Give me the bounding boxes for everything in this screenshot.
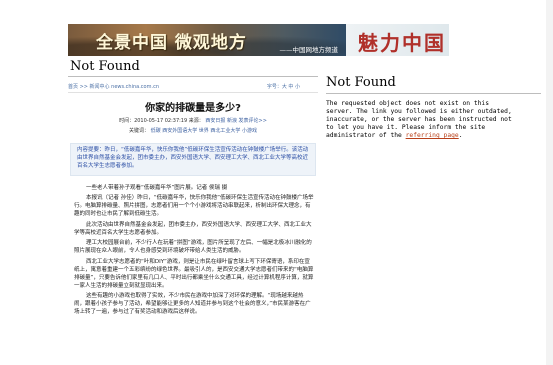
banner-image: 全景中国 微观地方 ——中国网地方频道 — [68, 24, 346, 56]
article-summary: 内容提要：昨日，“低碳嘉年华，快乐你我他”低碳环保生活宣传活动在钟鼓楼广场举行。… — [70, 143, 316, 176]
site-logo[interactable]: 魅力中国 — [358, 27, 446, 56]
paragraph: 本报讯（记者 孙佳）昨日，“低碳嘉年华，快乐你我他”低碳环保生活宣传活动在钟鼓楼… — [74, 195, 314, 218]
article-body: 一些老人带着孙子观看“低碳嘉年华”图片展。记者 侯瑞 摄 本报讯（记者 孙佳）昨… — [74, 184, 314, 319]
paragraph: 这些有趣的小游戏也取得了实效，不少市民在游戏中加深了对环保的理解。“现场越来越热… — [74, 293, 311, 316]
article-panel: 首页 >> 新闻中心 news.china.com.cn 字号：大 中 小 你家… — [68, 80, 318, 365]
banner-subtitle: ——中国网地方频道 — [279, 46, 339, 54]
banner-title: 全景中国 微观地方 — [96, 33, 247, 53]
keywords-label: 关键词： — [129, 128, 150, 134]
paragraph: 理工大校园展台前，不少行人在玩着“拼图”游戏，图片所呈现了左后、一幅是北极冰川融… — [74, 240, 312, 255]
paragraph: 此次活动由世界自然基金会发起，团市委主办，西安外国语大学、西安理工大学、西北工业… — [74, 221, 312, 236]
error-text-end: . — [458, 132, 463, 139]
font-size-control[interactable]: 字号：大 中 小 — [267, 83, 300, 90]
paragraph: 一些老人带着孙子观看“低碳嘉年华”图片展。记者 侯瑞 摄 — [86, 185, 228, 191]
banner-logo-area[interactable]: 魅力中国 — [346, 24, 449, 56]
breadcrumb-links[interactable]: 首页 >> 新闻中心 news.china.com.cn — [68, 83, 159, 90]
error-message: The requested object does not exist on t… — [326, 100, 516, 140]
divider — [326, 93, 541, 94]
left-not-found-heading: Not Found — [70, 59, 140, 74]
keywords-links[interactable]: 低碳 西安外国语大学 世界 西北工业大学 小游戏 — [151, 128, 257, 134]
divider — [68, 76, 318, 77]
top-banner: 全景中国 微观地方 ——中国网地方频道 魅力中国 — [68, 24, 449, 56]
referring-page-link[interactable]: referring page — [406, 132, 459, 139]
meta-time: 时间：2010-05-17 02:37:19 来源： — [119, 118, 204, 124]
vertical-scrollbar[interactable] — [546, 0, 553, 365]
meta-source-link[interactable]: 西安日报 新浪 — [205, 118, 237, 124]
paragraph: 西北工业大学志愿者的“叶和DIY”游戏，则是让市民在绿叶留言球上写下环保寄语，系… — [74, 258, 314, 289]
article-meta: 时间：2010-05-17 02:37:19 来源： 西安日报 新浪 发表评论>… — [68, 117, 318, 124]
comment-link[interactable]: 发表评论>> — [239, 118, 267, 124]
article-title: 你家的排碳量是多少? — [145, 103, 241, 114]
right-not-found-heading: Not Found — [326, 75, 396, 90]
keywords-row: 关键词： 低碳 西安外国语大学 世界 西北工业大学 小游戏 — [68, 127, 318, 134]
breadcrumb: 首页 >> 新闻中心 news.china.com.cn 字号：大 中 小 — [68, 80, 318, 93]
